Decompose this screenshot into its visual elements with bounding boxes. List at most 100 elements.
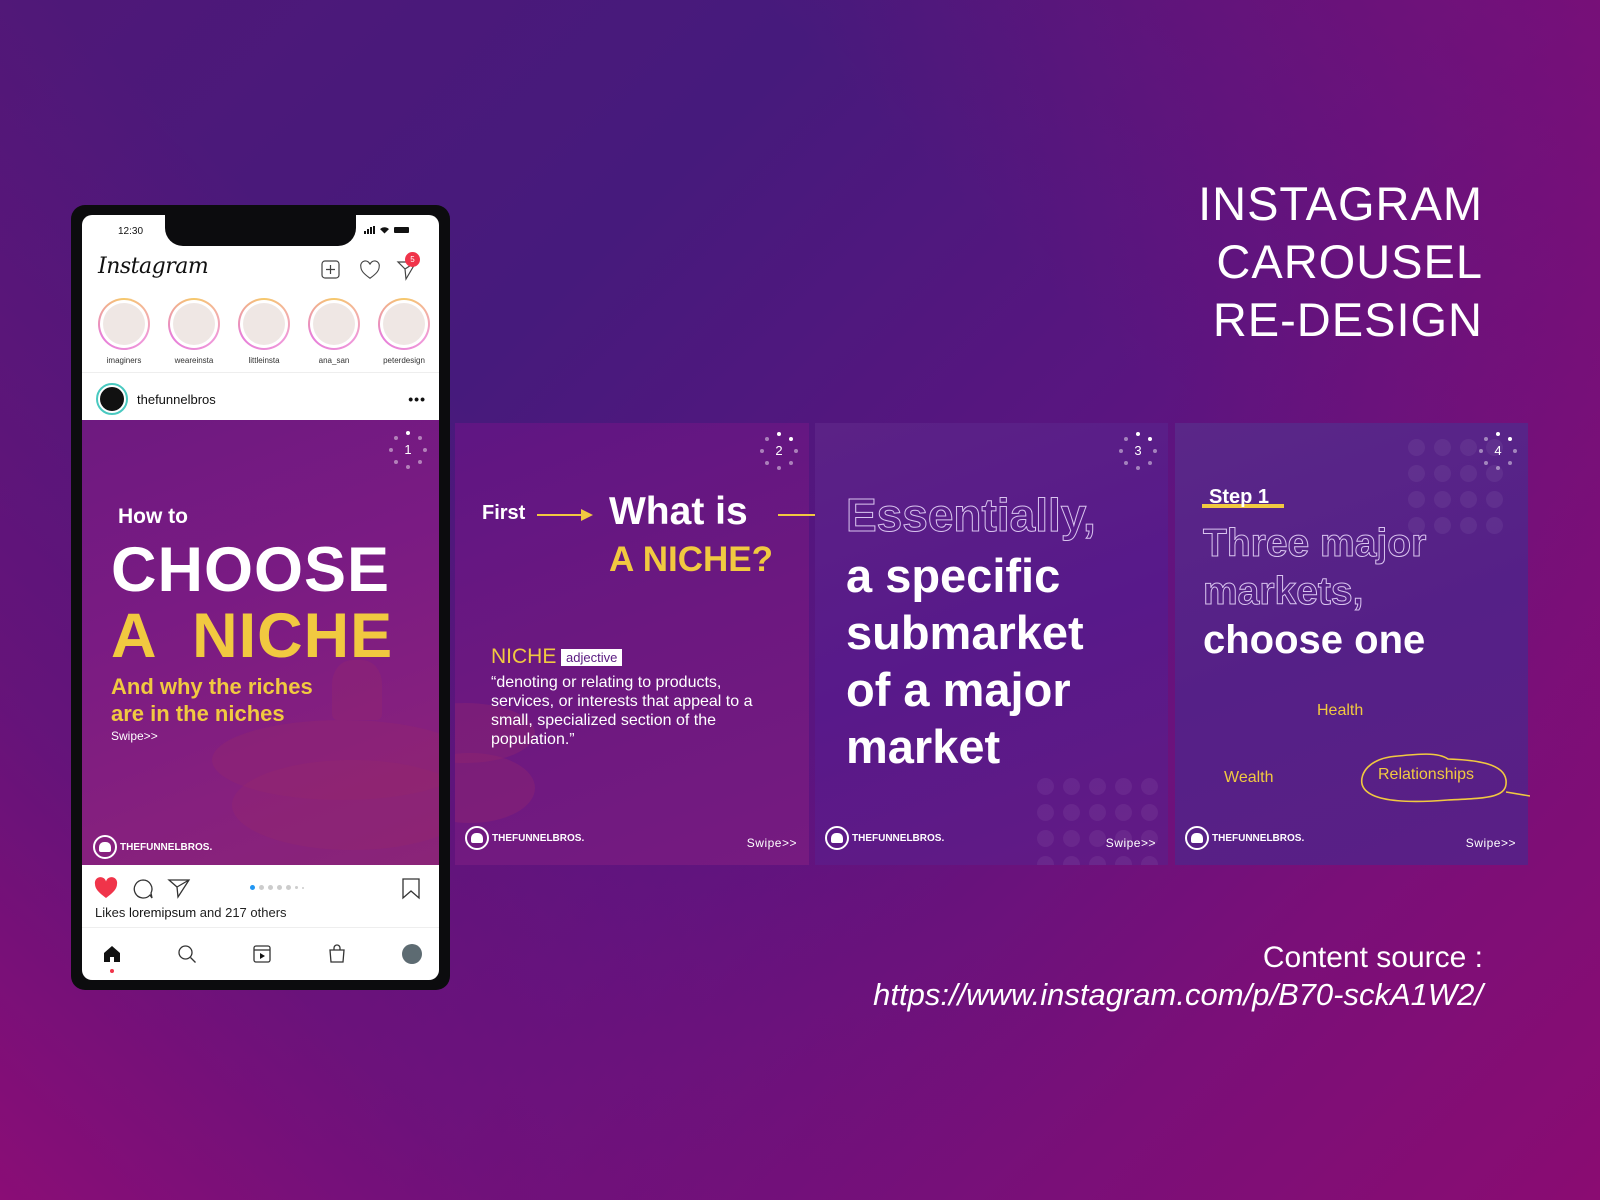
profile-avatar bbox=[402, 944, 422, 964]
story-avatar bbox=[173, 303, 215, 345]
swipe-hint: Swipe>> bbox=[1465, 836, 1516, 850]
page-title: INSTAGRAM CAROUSEL RE-DESIGN bbox=[1198, 175, 1483, 349]
body-line: submarket bbox=[846, 606, 1084, 659]
new-post-icon[interactable] bbox=[320, 259, 342, 281]
notification-badge: 5 bbox=[405, 252, 420, 267]
post-header: thefunnelbros ••• bbox=[96, 383, 426, 415]
phone-notch bbox=[165, 215, 356, 246]
stories-divider bbox=[82, 372, 439, 373]
brand-mark: THEFUNNELBROS. bbox=[1185, 826, 1304, 850]
story-name: ana_san bbox=[318, 356, 350, 365]
swipe-hint: Swipe>> bbox=[746, 836, 797, 850]
title-line: RE-DESIGN bbox=[1212, 293, 1483, 346]
story-avatar bbox=[103, 303, 145, 345]
page-number: 3 bbox=[1134, 443, 1142, 458]
likes-text: Likes loremipsum and 217 others bbox=[95, 905, 287, 920]
carousel-dot bbox=[250, 885, 255, 890]
page-indicator: 3 bbox=[1118, 431, 1158, 471]
content-source: Content source : https://www.instagram.c… bbox=[873, 940, 1483, 1014]
subtitle-line: are in the niches bbox=[111, 701, 285, 726]
story-ring bbox=[98, 298, 150, 350]
page-number: 1 bbox=[404, 442, 412, 457]
active-indicator bbox=[110, 969, 114, 973]
slide1-howto: How to bbox=[118, 505, 188, 528]
nav-shop[interactable] bbox=[323, 940, 351, 968]
source-label: Content source : bbox=[1262, 941, 1483, 974]
brand-mark: THEFUNNELBROS. bbox=[465, 826, 584, 850]
story-item[interactable]: weareinsta bbox=[167, 298, 221, 365]
instagram-logo: Instagram bbox=[98, 254, 209, 279]
story-item[interactable]: littleinsta bbox=[237, 298, 291, 365]
title-line: INSTAGRAM bbox=[1198, 177, 1483, 230]
carousel-dot bbox=[268, 885, 273, 890]
page-indicator: 1 bbox=[388, 430, 428, 470]
page-number: 2 bbox=[775, 443, 783, 458]
coin-decoration bbox=[455, 753, 535, 823]
likes-prefix: Likes bbox=[95, 905, 126, 920]
carousel-dot bbox=[277, 885, 282, 890]
market-health: Health bbox=[1317, 702, 1364, 719]
highlight-circle bbox=[1360, 753, 1530, 803]
home-icon bbox=[104, 946, 120, 962]
story-item[interactable]: peterdesign bbox=[377, 298, 431, 365]
bottom-nav bbox=[98, 940, 426, 973]
carousel-dot bbox=[286, 885, 291, 890]
signal-icon bbox=[364, 226, 375, 234]
brand-name: THEFUNNELBROS. bbox=[1212, 832, 1305, 844]
story-avatar bbox=[243, 303, 285, 345]
page-indicator: 4 bbox=[1478, 431, 1518, 471]
story-ring bbox=[308, 298, 360, 350]
body-line: market bbox=[846, 720, 1001, 773]
slide1-subtitle: And why the riches are in the niches bbox=[111, 673, 313, 727]
slide3-lead-outline: Essentially, bbox=[846, 489, 1097, 542]
carousel-dot bbox=[302, 886, 304, 889]
story-avatar bbox=[313, 303, 355, 345]
brand-name: THEFUNNELBROS. bbox=[852, 832, 945, 844]
outline-line: markets, bbox=[1202, 570, 1364, 614]
like-icon[interactable] bbox=[94, 877, 118, 899]
slide2-question-accent: A NICHE? bbox=[609, 540, 773, 579]
outline-line: Three major bbox=[1202, 522, 1427, 566]
definition-text: “denoting or relating to products, servi… bbox=[491, 674, 753, 748]
carousel-dot bbox=[259, 885, 264, 890]
slide3-body: a specific submarket of a major market bbox=[846, 547, 1084, 775]
story-item[interactable]: imaginers bbox=[97, 298, 151, 365]
page-indicator: 2 bbox=[759, 431, 799, 471]
post-username[interactable]: thefunnelbros bbox=[137, 392, 216, 407]
likes-user[interactable]: loremipsum bbox=[129, 905, 196, 920]
status-icons bbox=[364, 226, 409, 234]
comment-icon[interactable] bbox=[132, 878, 154, 900]
dot-grid-decoration bbox=[1037, 778, 1158, 865]
nav-reels[interactable] bbox=[248, 940, 276, 968]
post-avatar[interactable] bbox=[96, 383, 128, 415]
market-wealth: Wealth bbox=[1224, 769, 1274, 786]
story-item[interactable]: ana_san bbox=[307, 298, 361, 365]
nav-search[interactable] bbox=[173, 940, 201, 968]
subtitle-line: And why the riches bbox=[111, 674, 313, 699]
search-icon bbox=[178, 945, 196, 963]
likes-suffix[interactable]: and 217 others bbox=[200, 905, 287, 920]
bookmark-icon[interactable] bbox=[401, 878, 421, 900]
carousel-dots bbox=[250, 885, 304, 890]
body-line: of a major bbox=[846, 663, 1071, 716]
nav-home[interactable] bbox=[98, 940, 126, 973]
status-time: 12:30 bbox=[118, 226, 144, 237]
definition-term: NICHE bbox=[491, 645, 557, 668]
title-line: CAROUSEL bbox=[1216, 235, 1483, 288]
reels-icon bbox=[253, 945, 271, 963]
share-icon[interactable] bbox=[167, 877, 191, 899]
slide4-outline-heading: Three major markets, bbox=[1202, 520, 1427, 616]
stories-bar: imaginers weareinsta littleinsta ana_san… bbox=[97, 298, 431, 365]
story-ring bbox=[168, 298, 220, 350]
nav-profile[interactable] bbox=[398, 940, 426, 968]
slide4-choose: choose one bbox=[1203, 618, 1426, 662]
battery-icon bbox=[394, 227, 409, 233]
story-avatar bbox=[383, 303, 425, 345]
source-url[interactable]: https://www.instagram.com/p/B70-sckA1W2/ bbox=[873, 976, 1483, 1014]
part-of-speech: adjective bbox=[561, 649, 623, 666]
heart-icon[interactable] bbox=[359, 259, 381, 281]
story-name: littleinsta bbox=[248, 356, 280, 365]
carousel-dot bbox=[295, 886, 298, 889]
more-options-icon[interactable]: ••• bbox=[408, 391, 426, 407]
slide1-headline: CHOOSE bbox=[111, 535, 391, 605]
